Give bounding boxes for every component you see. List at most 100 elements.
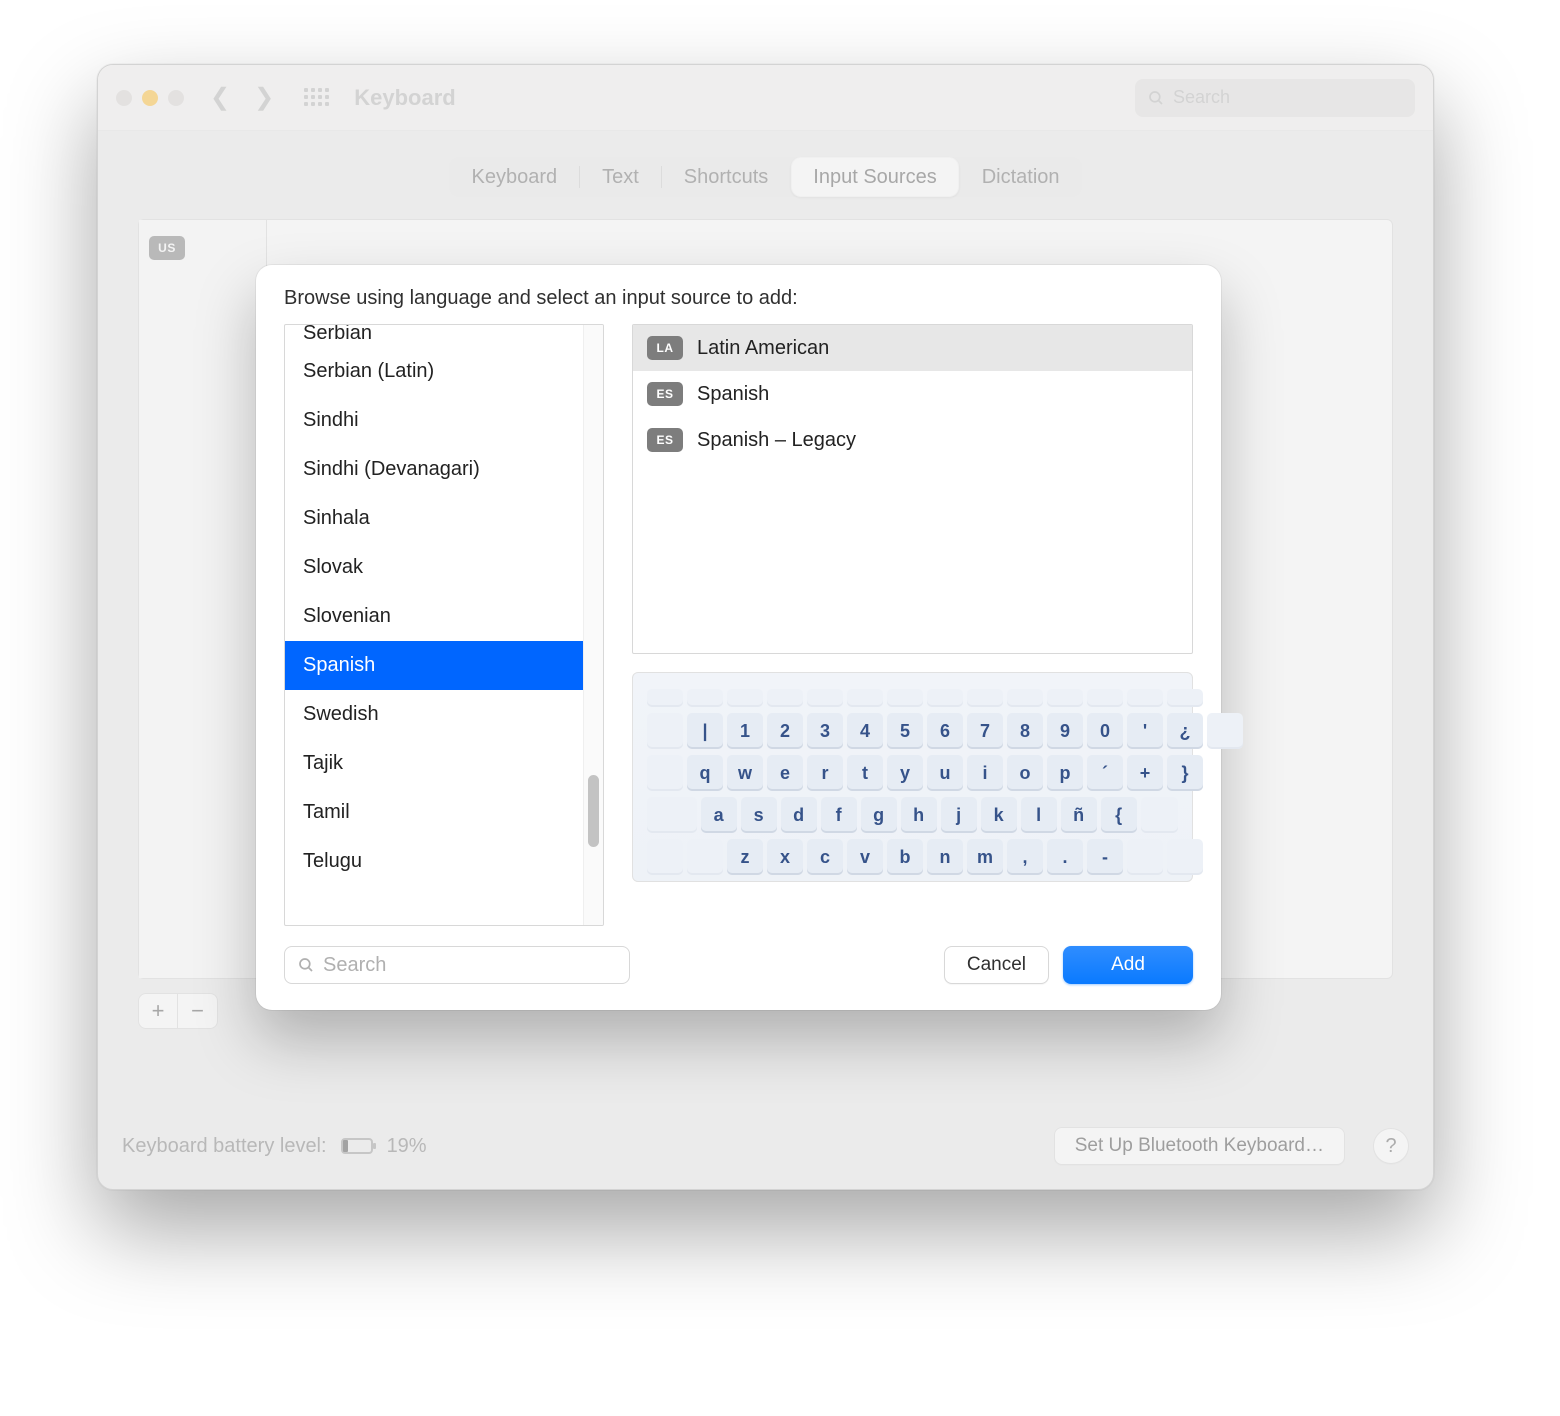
preview-key: c [807, 839, 843, 875]
language-item[interactable]: Tajik [285, 739, 603, 788]
preview-key: w [727, 755, 763, 791]
input-source-item[interactable]: ES Spanish – Legacy [633, 417, 1192, 463]
preview-key: n [927, 839, 963, 875]
function-key-blank [647, 689, 683, 707]
function-key-blank [1167, 689, 1203, 707]
input-source-label: Latin American [697, 337, 829, 360]
input-source-item[interactable]: LA Latin American [633, 325, 1192, 371]
spacer-key [1141, 797, 1178, 833]
preview-key: y [887, 755, 923, 791]
function-key-blank [927, 689, 963, 707]
preview-key: + [1127, 755, 1163, 791]
function-key-blank [1127, 689, 1163, 707]
add-button[interactable]: Add [1063, 946, 1193, 984]
language-list[interactable]: SerbianSerbian (Latin)SindhiSindhi (Deva… [284, 324, 604, 926]
lang-chip: ES [647, 428, 683, 452]
cancel-button[interactable]: Cancel [944, 946, 1049, 984]
preview-key: 6 [927, 713, 963, 749]
spacer-key [647, 797, 697, 833]
function-key-blank [767, 689, 803, 707]
preview-key: 4 [847, 713, 883, 749]
function-key-blank [1087, 689, 1123, 707]
preview-key: g [861, 797, 897, 833]
lang-chip: ES [647, 382, 683, 406]
preview-key: ¿ [1167, 713, 1203, 749]
language-search-field[interactable]: Search [284, 946, 630, 984]
keyboard-preview: |1234567890'¿qwertyuiop´+}asdfghjklñ{zxc… [632, 672, 1193, 882]
spacer-key [647, 839, 683, 875]
preview-key: h [901, 797, 937, 833]
language-item[interactable]: Slovak [285, 543, 603, 592]
preview-key: r [807, 755, 843, 791]
spacer-key [647, 713, 683, 749]
preview-key: t [847, 755, 883, 791]
input-source-label: Spanish [697, 383, 769, 406]
language-item[interactable]: Slovenian [285, 592, 603, 641]
preview-key: 0 [1087, 713, 1123, 749]
preview-key: ' [1127, 713, 1163, 749]
function-key-blank [887, 689, 923, 707]
preview-key: f [821, 797, 857, 833]
input-source-label: Spanish – Legacy [697, 429, 856, 452]
spacer-key [647, 755, 683, 791]
function-key-blank [1047, 689, 1083, 707]
language-item[interactable]: Sinhala [285, 494, 603, 543]
spacer-key [1207, 713, 1243, 749]
preview-key: l [1021, 797, 1057, 833]
function-key-blank [807, 689, 843, 707]
lang-chip: LA [647, 336, 683, 360]
function-key-blank [727, 689, 763, 707]
search-placeholder: Search [323, 954, 386, 977]
preview-key: 9 [1047, 713, 1083, 749]
preview-key: d [781, 797, 817, 833]
preview-key: - [1087, 839, 1123, 875]
spacer-key [1167, 839, 1203, 875]
preview-key: p [1047, 755, 1083, 791]
language-item[interactable]: Telugu [285, 837, 603, 886]
language-item[interactable]: Spanish [285, 641, 603, 690]
add-input-source-sheet: Browse using language and select an inpu… [256, 265, 1221, 1010]
search-icon [297, 956, 315, 974]
preview-key: 3 [807, 713, 843, 749]
preview-key: 2 [767, 713, 803, 749]
spacer-key [687, 839, 723, 875]
preview-key: ´ [1087, 755, 1123, 791]
preview-key: i [967, 755, 1003, 791]
preview-key: z [727, 839, 763, 875]
preview-key: } [1167, 755, 1203, 791]
language-item[interactable]: Tamil [285, 788, 603, 837]
preview-key: k [981, 797, 1017, 833]
preview-key: q [687, 755, 723, 791]
preview-key: s [741, 797, 777, 833]
preview-key: ñ [1061, 797, 1097, 833]
language-item[interactable]: Swedish [285, 690, 603, 739]
sheet-instruction: Browse using language and select an inpu… [284, 287, 1193, 310]
preview-key: 7 [967, 713, 1003, 749]
preview-key: u [927, 755, 963, 791]
preview-key: , [1007, 839, 1043, 875]
function-key-blank [967, 689, 1003, 707]
scrollbar-track[interactable] [583, 325, 603, 925]
preview-key: o [1007, 755, 1043, 791]
language-item[interactable]: Sindhi [285, 396, 603, 445]
preview-key: . [1047, 839, 1083, 875]
preview-key: 5 [887, 713, 923, 749]
preview-key: v [847, 839, 883, 875]
preview-key: x [767, 839, 803, 875]
spacer-key [1127, 839, 1163, 875]
preview-key: 1 [727, 713, 763, 749]
language-item[interactable]: Serbian [285, 325, 603, 347]
preview-key: { [1101, 797, 1137, 833]
function-key-blank [847, 689, 883, 707]
function-key-blank [1007, 689, 1043, 707]
language-item[interactable]: Sindhi (Devanagari) [285, 445, 603, 494]
preview-key: j [941, 797, 977, 833]
function-key-blank [687, 689, 723, 707]
input-source-item[interactable]: ES Spanish [633, 371, 1192, 417]
input-source-list[interactable]: LA Latin American ES Spanish ES Spanish – Leg… [632, 324, 1193, 654]
preview-key: b [887, 839, 923, 875]
language-item[interactable]: Serbian (Latin) [285, 347, 603, 396]
preview-key: | [687, 713, 723, 749]
preview-key: a [701, 797, 737, 833]
scrollbar-thumb[interactable] [588, 775, 599, 847]
